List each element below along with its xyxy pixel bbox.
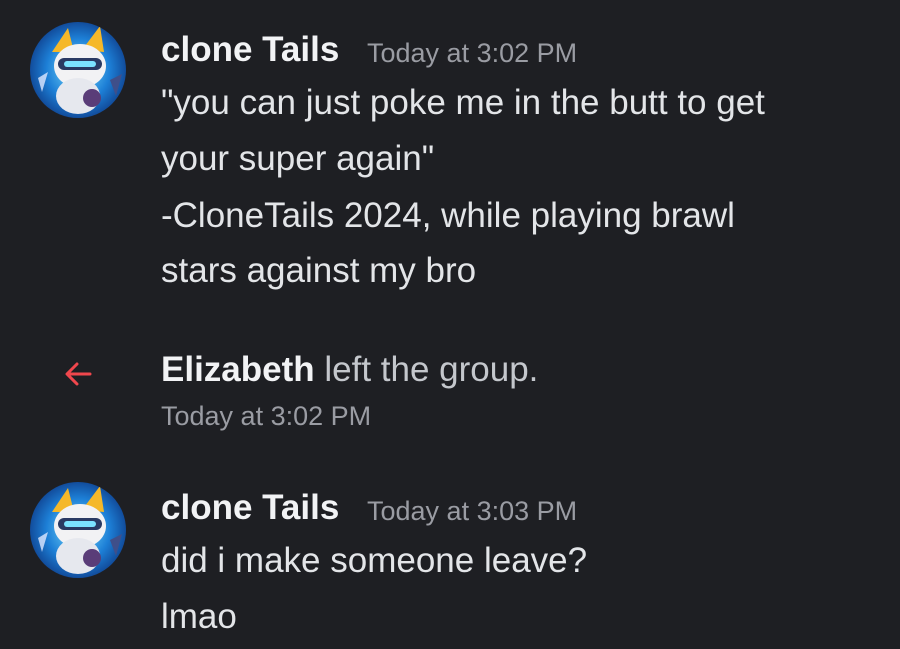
system-user-name[interactable]: Elizabeth (161, 350, 315, 389)
message-line: lmao (161, 597, 237, 636)
message-author[interactable]: clone Tails (161, 488, 339, 528)
message-timestamp[interactable]: Today at 3:03 PM (367, 496, 577, 527)
avatar[interactable] (30, 482, 126, 578)
arrow-left-icon (65, 362, 92, 386)
system-message: Elizabeth left the group. (161, 350, 538, 390)
system-timestamp[interactable]: Today at 3:02 PM (161, 401, 371, 432)
message-author[interactable]: clone Tails (161, 30, 339, 70)
system-action-text: left the group. (314, 350, 539, 389)
message-timestamp[interactable]: Today at 3:02 PM (367, 38, 577, 69)
chat-log: clone Tails Today at 3:02 PM "you can ju… (0, 0, 900, 649)
avatar[interactable] (30, 22, 126, 118)
message-line: did i make someone leave? (161, 541, 588, 580)
fox-character-avatar-icon (30, 22, 126, 118)
fox-character-avatar-icon (30, 482, 126, 578)
message-line: -CloneTails 2024, while playing brawl (161, 196, 735, 235)
message-line: "you can just poke me in the butt to get (161, 83, 765, 122)
message-line: stars against my bro (161, 251, 477, 290)
message-line: your super again" (161, 139, 435, 178)
